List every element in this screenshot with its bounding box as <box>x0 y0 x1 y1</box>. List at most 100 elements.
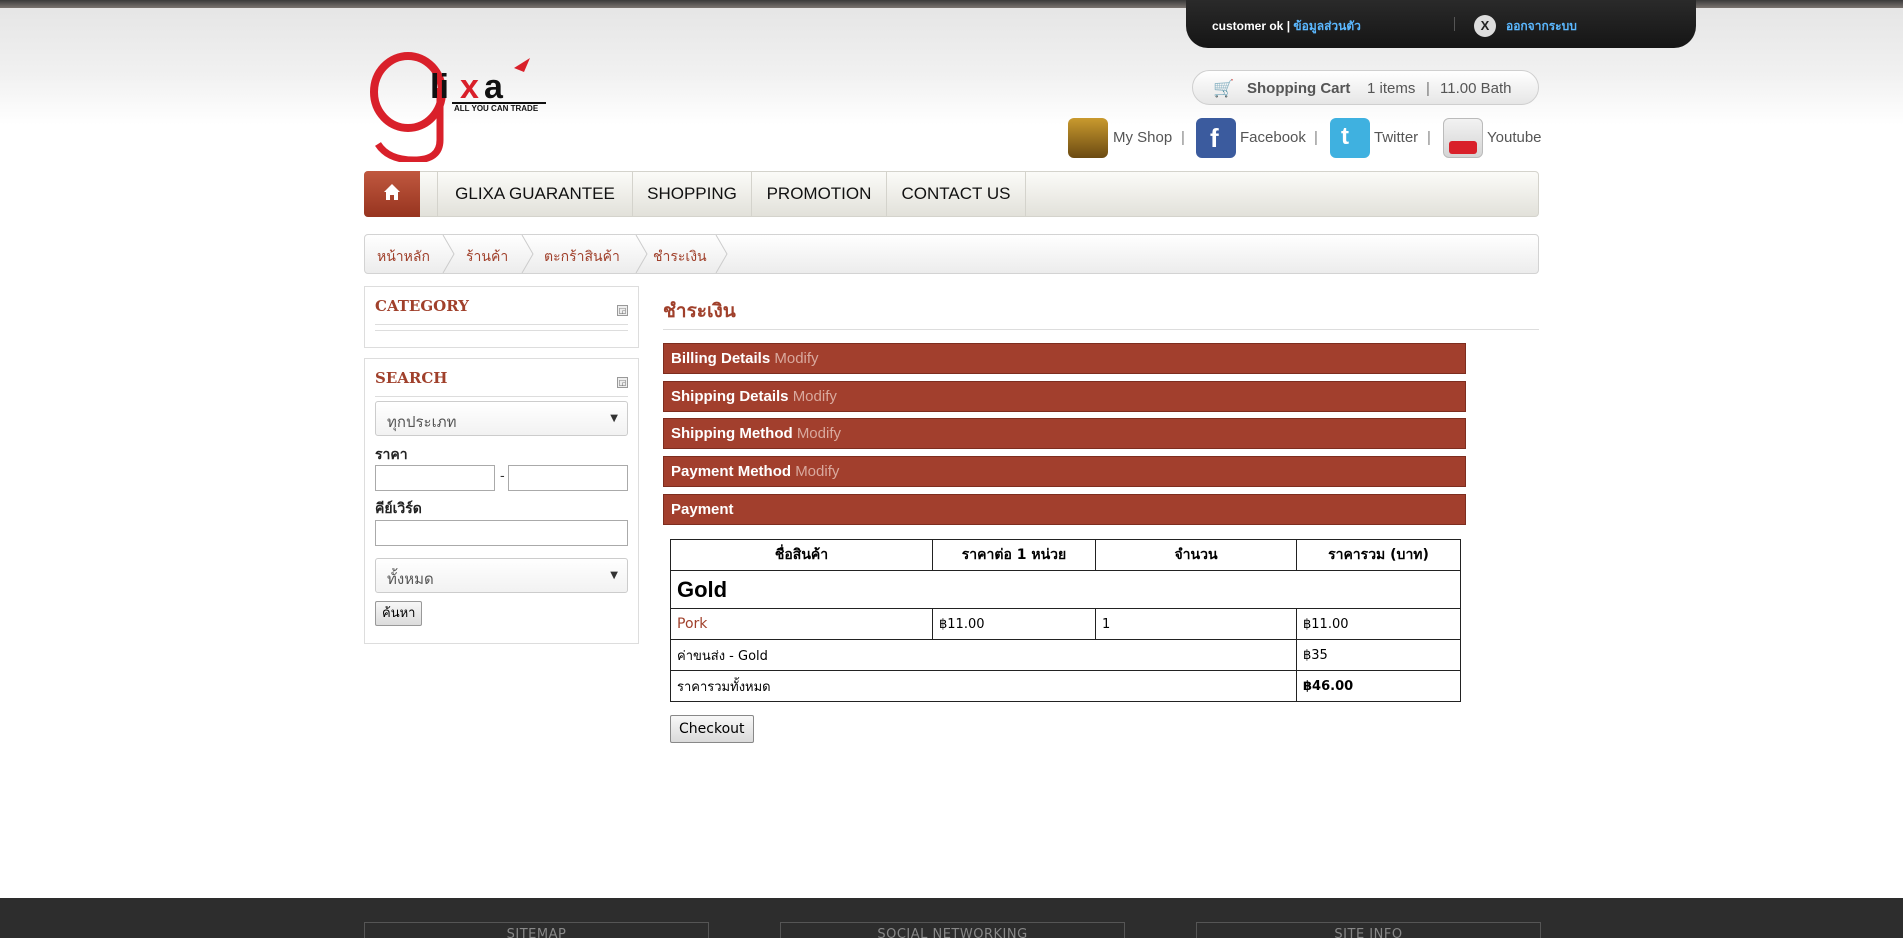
breadcrumb-home[interactable]: หน้าหลัก <box>377 246 430 268</box>
svg-text:li: li <box>430 68 449 106</box>
footer-social: SOCIAL NETWORKING <box>780 922 1125 938</box>
home-button[interactable] <box>364 171 420 217</box>
footer-sitemap-title: SITEMAP <box>506 927 567 938</box>
category-title: CATEGORY <box>375 297 469 315</box>
expand-icon[interactable]: ◲ <box>617 305 628 316</box>
step-shipping-method[interactable]: Shipping Method Modify <box>663 418 1466 449</box>
modify-link[interactable]: Modify <box>793 388 837 405</box>
breadcrumb: หน้าหลัก ร้านค้า ตะกร้าสินค้า ชำระเงิน <box>364 234 1539 274</box>
grand-total-value: ฿46.00 <box>1296 670 1461 702</box>
footer-site-info: SITE INFO <box>1196 922 1541 938</box>
expand-icon[interactable]: ◲ <box>617 377 628 388</box>
breadcrumb-separator-icon <box>715 235 728 273</box>
step-label: Payment <box>671 501 734 518</box>
search-box: SEARCH ◲ ทุกประเภท ▼ ราคา - คีย์เวิร์ด ท… <box>364 358 639 644</box>
breadcrumb-shop[interactable]: ร้านค้า <box>466 246 508 268</box>
nav-contact-us[interactable]: CONTACT US <box>886 172 1026 216</box>
svg-text:a: a <box>484 68 504 106</box>
table-header-row: ชื่อสินค้า ราคาต่อ 1 หน่วย จำนวน ราคารวม… <box>670 539 1461 571</box>
page-title: ชำระเงิน <box>663 300 736 322</box>
title-divider <box>663 329 1539 330</box>
box-divider <box>375 330 628 331</box>
breadcrumb-separator-icon <box>442 235 455 273</box>
price-min-input[interactable] <box>375 465 495 491</box>
cart-divider: | <box>1426 80 1430 97</box>
main-nav: GLIXA GUARANTEE SHOPPING PROMOTION CONTA… <box>364 171 1539 217</box>
cart-label: Shopping Cart <box>1247 80 1351 97</box>
keyword-input[interactable] <box>375 520 628 546</box>
social-myshop[interactable]: My Shop <box>1113 129 1172 146</box>
price-label: ราคา <box>375 447 408 463</box>
shipping-value: ฿35 <box>1296 639 1461 671</box>
social-twitter[interactable]: Twitter <box>1374 129 1418 146</box>
footer-sitemap: SITEMAP <box>364 922 709 938</box>
header-product: ชื่อสินค้า <box>670 539 933 571</box>
step-payment[interactable]: Payment <box>663 494 1466 525</box>
unit-price: ฿11.00 <box>932 608 1096 640</box>
logo-tagline: ALL YOU CAN TRADE <box>454 104 539 113</box>
facebook-icon[interactable]: f <box>1196 118 1236 158</box>
step-payment-method[interactable]: Payment Method Modify <box>663 456 1466 487</box>
product-link[interactable]: Pork <box>670 608 933 640</box>
breadcrumb-cart[interactable]: ตะกร้าสินค้า <box>544 246 620 268</box>
search-title: SEARCH <box>375 369 448 387</box>
box-divider <box>375 396 628 397</box>
step-shipping-details[interactable]: Shipping Details Modify <box>663 381 1466 412</box>
box-divider <box>375 324 628 325</box>
table-row: Pork ฿11.00 1 ฿11.00 <box>670 608 1461 640</box>
svg-text:x: x <box>460 68 479 106</box>
footer-site-info-title: SITE INFO <box>1334 927 1403 938</box>
social-facebook[interactable]: Facebook <box>1240 129 1306 146</box>
cart-total: 11.00 Bath <box>1440 80 1512 97</box>
social-sep: | <box>1427 129 1431 146</box>
shop-icon[interactable] <box>1068 118 1108 158</box>
price-max-input[interactable] <box>508 465 628 491</box>
header-total: ราคารวม (บาท) <box>1296 539 1461 571</box>
user-greeting: customer ok | ข้อมูลส่วนตัว <box>1212 17 1361 36</box>
step-label: Shipping Details <box>671 388 789 405</box>
nav-promotion[interactable]: PROMOTION <box>751 172 886 216</box>
group-name: Gold <box>670 570 1461 609</box>
breadcrumb-checkout[interactable]: ชำระเงิน <box>653 246 707 268</box>
user-divider: | <box>1286 19 1291 33</box>
user-bar-divider <box>1454 17 1455 31</box>
footer: SITEMAP SOCIAL NETWORKING SITE INFO <box>0 898 1903 938</box>
shipping-label: ค่าขนส่ง - Gold <box>670 639 1297 671</box>
step-label: Billing Details <box>671 350 771 367</box>
nav-shopping[interactable]: SHOPPING <box>632 172 751 216</box>
price-dash: - <box>500 469 505 484</box>
modify-link[interactable]: Modify <box>795 463 839 480</box>
search-button[interactable]: ค้นหา <box>375 601 423 626</box>
shopping-cart-summary[interactable]: 🛒 Shopping Cart 1 items | 11.00 Bath <box>1192 70 1539 105</box>
breadcrumb-separator-icon <box>635 235 648 273</box>
profile-link[interactable]: ข้อมูลส่วนตัว <box>1293 19 1360 33</box>
social-sep: | <box>1314 129 1318 146</box>
scope-value: ทั้งหมด <box>387 570 434 588</box>
keyword-label: คีย์เวิร์ด <box>375 501 422 517</box>
modify-link[interactable]: Modify <box>797 425 841 442</box>
chevron-down-icon: ▼ <box>610 413 618 424</box>
youtube-icon[interactable] <box>1443 118 1483 158</box>
shipping-row: ค่าขนส่ง - Gold ฿35 <box>670 639 1461 671</box>
nav-glixa-guarantee[interactable]: GLIXA GUARANTEE <box>437 172 632 216</box>
step-label: Shipping Method <box>671 425 793 442</box>
category-box: CATEGORY ◲ <box>364 286 639 348</box>
logout-icon[interactable]: X <box>1474 15 1496 37</box>
social-links: My Shop | f Facebook | t Twitter | Youtu… <box>1068 118 1542 158</box>
table-group-row: Gold <box>670 570 1461 609</box>
breadcrumb-separator-icon <box>521 235 534 273</box>
step-billing-details[interactable]: Billing Details Modify <box>663 343 1466 374</box>
logout-link[interactable]: ออกจากระบบ <box>1506 17 1577 36</box>
twitter-icon[interactable]: t <box>1330 118 1370 158</box>
modify-link[interactable]: Modify <box>774 350 818 367</box>
cart-icon: 🛒 <box>1213 79 1235 98</box>
category-type-select[interactable]: ทุกประเภท ▼ <box>375 401 628 436</box>
category-type-value: ทุกประเภท <box>387 413 457 431</box>
scope-select[interactable]: ทั้งหมด ▼ <box>375 558 628 593</box>
cart-item-count: 1 items <box>1367 80 1416 97</box>
header-quantity: จำนวน <box>1095 539 1297 571</box>
header-unit-price: ราคาต่อ 1 หน่วย <box>932 539 1096 571</box>
checkout-button[interactable]: Checkout <box>670 715 754 743</box>
social-youtube[interactable]: Youtube <box>1487 129 1542 146</box>
glixa-logo[interactable]: li x a ALL YOU CAN TRADE <box>364 44 548 164</box>
